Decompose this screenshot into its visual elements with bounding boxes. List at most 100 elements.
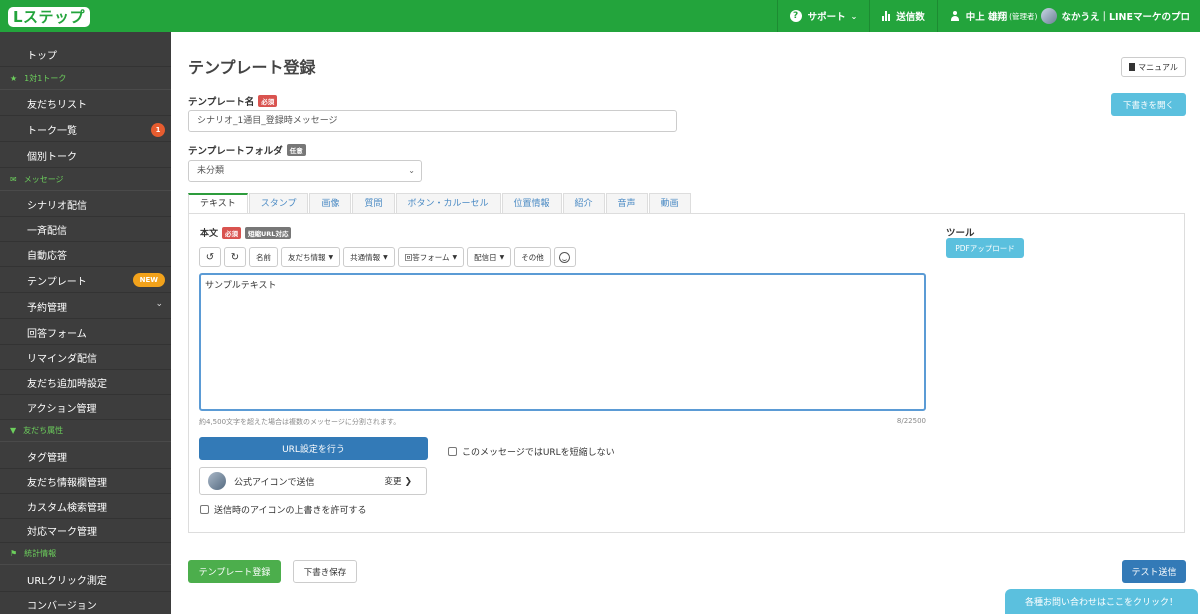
sidebar-item-url-click[interactable]: URLクリック測定 [0,567,171,592]
tab-text[interactable]: テキスト [188,193,248,214]
open-draft-button[interactable]: 下書きを開く [1111,93,1186,116]
change-icon-button[interactable]: 変更 ❯ [384,475,412,487]
contact-button[interactable]: 各種お問い合わせはここをクリック！ [1005,589,1198,614]
tab-video[interactable]: 動画 [648,193,691,214]
help-icon: ? [789,10,802,22]
emoji-button[interactable] [553,247,576,267]
message-body-textarea[interactable]: サンプルテキスト [199,273,926,411]
tab-button-carousel[interactable]: ボタン・カルーセル [395,193,501,214]
sidebar: トップ ★ 1対1トーク 友だちリスト トーク一覧 1 個別トーク ✉ メッセージ シ… [0,32,171,614]
sidebar-item-broadcast[interactable]: 一斉配信 [0,217,171,242]
sidebar-item-label: 個別トーク [27,151,77,163]
allow-icon-override-row[interactable]: 送信時のアイコンの上書きを許可する [200,503,367,516]
star-icon: ★ [10,74,18,83]
folder-label: テンプレートフォルダ [188,146,283,157]
template-name-label-row: テンプレート名 必須 [188,94,278,108]
book-icon [1129,63,1136,71]
save-draft-button[interactable]: 下書き保存 [293,560,357,583]
common-info-dropdown[interactable]: 共通情報 ▼ [343,247,395,267]
tab-question[interactable]: 質問 [352,193,395,214]
sidebar-item-friend-info-mgmt[interactable]: 友だち情報欄管理 [0,469,171,494]
sender-icon-selector[interactable]: 公式アイコンで送信 変更 ❯ [199,467,427,495]
sidebar-item-label: 回答フォーム [27,328,87,340]
sidebar-item-talk-list[interactable]: トーク一覧 1 [0,117,171,142]
send-count-link[interactable]: 送信数 [869,0,937,32]
sidebar-item-tag-mgmt[interactable]: タグ管理 [0,444,171,469]
sidebar-item-mark-mgmt[interactable]: 対応マーク管理 [0,518,171,543]
tab-audio[interactable]: 音声 [605,193,648,214]
sidebar-heading-chat: ★ 1対1トーク [0,68,171,90]
sidebar-item-label: テンプレート [27,276,87,288]
sidebar-item-label: 予約管理 [27,302,67,314]
top-bar-right: ? サポート ⌄ 送信数 中上 雄翔 (管理者) なかうえ｜LINEマーケのプロ [776,0,1200,32]
toolbar-label: 共通情報 [350,252,381,262]
support-menu[interactable]: ? サポート ⌄ [776,0,870,32]
smiley-icon [559,251,571,263]
required-badge: 必須 [258,95,278,107]
sidebar-item-reservation[interactable]: 予約管理 ⌄ [0,294,171,319]
sidebar-item-custom-search[interactable]: カスタム検索管理 [0,494,171,519]
sidebar-item-friend-list[interactable]: 友だちリスト [0,91,171,116]
sidebar-item-reminder[interactable]: リマインダ配信 [0,345,171,370]
sidebar-item-action-mgmt[interactable]: アクション管理 [0,395,171,420]
register-template-button[interactable]: テンプレート登録 [188,560,281,583]
test-send-button[interactable]: テスト送信 [1122,560,1186,583]
sidebar-item-scenario[interactable]: シナリオ配信 [0,192,171,217]
app-logo[interactable]: Lステップ [8,6,91,27]
bar-chart-icon [882,11,891,21]
sidebar-item-answer-form[interactable]: 回答フォーム [0,320,171,345]
tab-location[interactable]: 位置情報 [501,193,562,214]
sidebar-item-top[interactable]: トップ [0,42,171,67]
redo-icon: ↻ [230,251,240,263]
filter-icon: ▼ [10,426,17,435]
template-name-label: テンプレート名 [188,97,255,108]
folder-select[interactable]: 未分類 ⌄ [188,160,422,182]
user-menu[interactable]: 中上 雄翔 (管理者) なかうえ｜LINEマーケのプロ [936,0,1200,32]
allow-icon-override-label: 送信時のアイコンの上書きを許可する [214,506,367,516]
message-type-tabs: テキスト スタンプ 画像 質問 ボタン・カルーセル 位置情報 紹介 音声 動画 [188,193,692,214]
allow-icon-override-checkbox[interactable] [200,505,209,514]
template-name-input[interactable]: シナリオ_1通目_登録時メッセージ [188,110,677,132]
manual-button[interactable]: マニュアル [1121,57,1186,77]
friend-info-dropdown[interactable]: 友だち情報 ▼ [281,247,341,267]
chevron-down-icon: ⌄ [408,166,415,175]
sidebar-item-label: URLクリック測定 [27,575,107,587]
change-label: 変更 [384,477,402,487]
caret-down-icon: ▼ [328,253,334,261]
toolbar-label: 友だち情報 [288,252,326,262]
caret-down-icon: ▼ [452,253,458,261]
sidebar-item-template[interactable]: テンプレート NEW [0,268,171,293]
sidebar-heading-friend-attr: ▼ 友だち属性 [0,420,171,442]
sidebar-item-label: 一斉配信 [27,225,67,237]
undo-button[interactable]: ↺ [199,247,221,267]
delivery-date-dropdown[interactable]: 配信日 ▼ [467,247,512,267]
tab-stamp[interactable]: スタンプ [248,193,309,214]
sidebar-item-label: 自動応答 [27,250,67,262]
sidebar-item-individual-talk[interactable]: 個別トーク [0,143,171,168]
sidebar-item-label: トーク一覧 [27,125,77,137]
short-url-badge: 短縮URL対応 [245,226,292,239]
no-shorten-url-checkbox-row[interactable]: このメッセージではURLを短縮しない [448,445,615,458]
page-title: テンプレート登録 [188,58,316,77]
toolbar-label: 回答フォーム [404,252,450,262]
tab-introduction[interactable]: 紹介 [562,193,605,214]
sidebar-item-conversion[interactable]: コンバージョン [0,592,171,614]
no-shorten-url-checkbox[interactable] [448,447,457,456]
redo-button[interactable]: ↻ [224,247,246,267]
user-role: (管理者) [1009,11,1038,21]
sidebar-item-auto-reply[interactable]: 自動応答 [0,242,171,267]
editor-toolbar: ↺ ↻ 名前 友だち情報 ▼ 共通情報 ▼ 回答フォーム ▼ 配信日 ▼ その他 [199,247,576,267]
undo-icon: ↺ [205,251,215,263]
other-button[interactable]: その他 [514,247,551,267]
sidebar-item-label: シナリオ配信 [27,200,87,212]
sidebar-heading-message: ✉ メッセージ [0,169,171,191]
sidebar-item-friend-add-settings[interactable]: 友だち追加時設定 [0,370,171,395]
tab-image[interactable]: 画像 [309,193,352,214]
pdf-upload-button[interactable]: PDFアップロード [946,238,1024,258]
flag-icon: ⚑ [10,549,18,558]
url-settings-button[interactable]: URL設定を行う [199,437,428,460]
insert-name-button[interactable]: 名前 [249,247,278,267]
answer-form-dropdown[interactable]: 回答フォーム ▼ [397,247,465,267]
char-counter: 8/22500 [896,417,926,425]
tools-label: ツール [946,228,975,239]
